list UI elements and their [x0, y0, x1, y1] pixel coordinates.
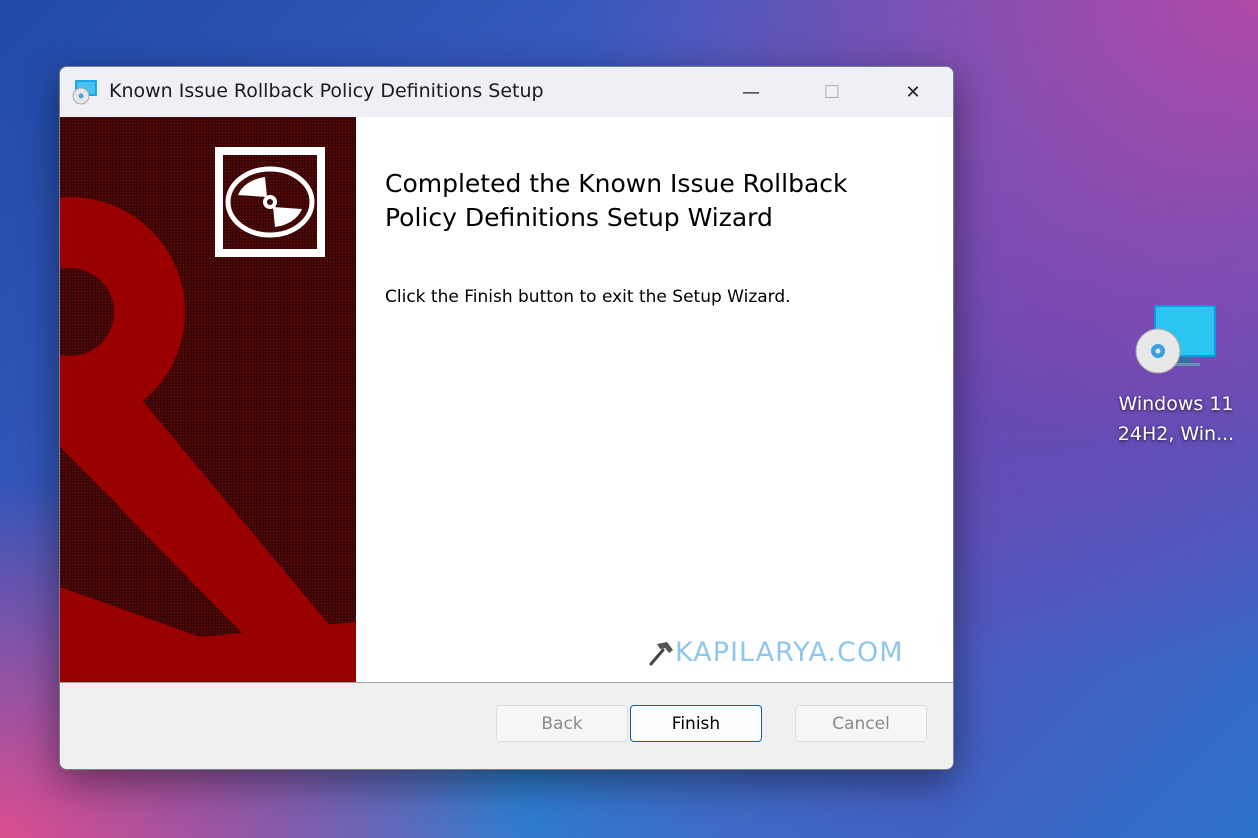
- desktop-shortcut[interactable]: Windows 11 24H2, Win...: [1112, 303, 1240, 449]
- wizard-banner: [60, 117, 356, 682]
- wizard-content: Completed the Known Issue Rollback Polic…: [356, 117, 953, 682]
- title-bar[interactable]: Known Issue Rollback Policy Definitions …: [60, 67, 953, 117]
- close-icon[interactable]: ✕: [883, 67, 943, 117]
- wizard-instructions: Click the Finish button to exit the Setu…: [385, 287, 791, 307]
- finish-button[interactable]: Finish: [630, 705, 762, 742]
- watermark: KAPILARYA.COM: [647, 637, 904, 668]
- desktop-shortcut-label: Windows 11 24H2, Win...: [1112, 389, 1240, 449]
- watermark-text: KAPILARYA.COM: [675, 637, 904, 668]
- maximize-icon[interactable]: ☐: [802, 67, 862, 117]
- desktop-label-line1: Windows 11: [1118, 393, 1234, 415]
- installer-disc-icon: [215, 147, 325, 257]
- wizard-footer: Back Finish Cancel: [60, 683, 953, 769]
- desktop-label-line2: 24H2, Win...: [1117, 423, 1235, 445]
- window-title: Known Issue Rollback Policy Definitions …: [109, 80, 544, 102]
- banner-artwork: [60, 117, 356, 682]
- minimize-icon[interactable]: —: [721, 67, 781, 117]
- cancel-button[interactable]: Cancel: [795, 705, 927, 742]
- desktop-shortcut-icon: [1135, 305, 1216, 374]
- setup-app-icon: [72, 80, 97, 105]
- wizard-heading: Completed the Known Issue Rollback Polic…: [385, 169, 848, 232]
- setup-window: Known Issue Rollback Policy Definitions …: [59, 66, 954, 770]
- watermark-hammer-icon: [649, 641, 673, 665]
- back-button[interactable]: Back: [496, 705, 628, 742]
